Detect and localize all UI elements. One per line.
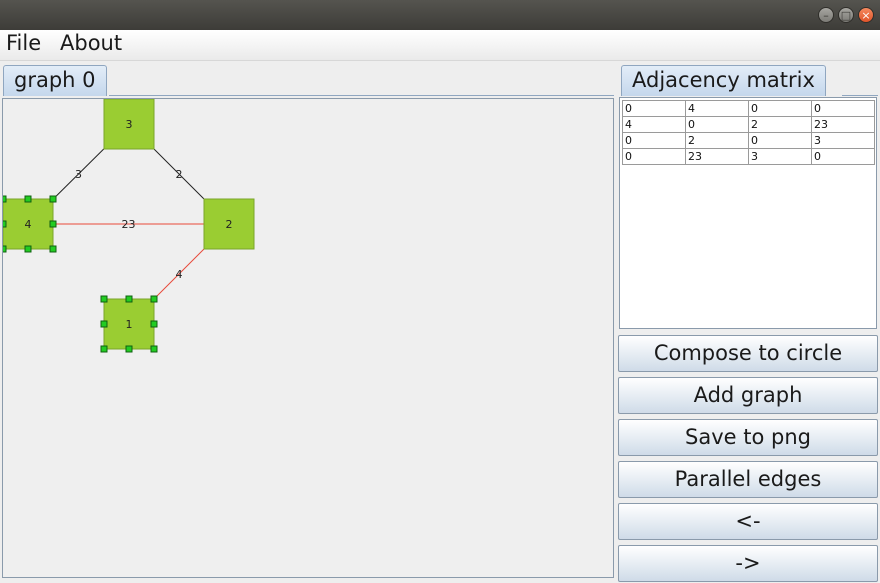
matrix-cell: 0 [685, 116, 749, 133]
vertex-label: 4 [25, 218, 32, 231]
resize-handle[interactable] [49, 245, 57, 253]
graph-canvas[interactable]: 3 2 23 4 3 4 2 1 [2, 98, 614, 578]
parallel-edges-button[interactable]: Parallel edges [618, 461, 878, 498]
minimize-icon[interactable]: – [818, 7, 834, 23]
matrix-cell: 0 [622, 148, 686, 165]
matrix-cell: 23 [685, 148, 749, 165]
matrix-cell: 0 [622, 132, 686, 149]
matrix-row: 4 0 2 23 [622, 116, 875, 133]
menu-bar: File About [0, 30, 880, 61]
add-graph-button[interactable]: Add graph [618, 377, 878, 414]
vertex-label: 3 [126, 118, 133, 131]
previous-graph-button[interactable]: <- [618, 503, 878, 540]
matrix-cell: 0 [748, 100, 812, 117]
adjacency-matrix-table: 0 4 0 0 4 0 2 23 0 2 0 3 0 23 3 0 [622, 100, 875, 165]
vertex-label: 2 [226, 218, 233, 231]
resize-handle[interactable] [150, 320, 158, 328]
vertex-label: 1 [126, 318, 133, 331]
maximize-icon[interactable]: □ [838, 7, 854, 23]
resize-handle[interactable] [100, 295, 108, 303]
close-icon[interactable]: × [858, 7, 874, 23]
matrix-cell: 0 [811, 100, 875, 117]
graph-vertex-2[interactable]: 2 [203, 198, 255, 250]
graph-vertex-4[interactable]: 4 [3, 195, 57, 253]
resize-handle[interactable] [24, 195, 32, 203]
menu-about[interactable]: About [60, 31, 122, 55]
matrix-cell: 2 [685, 132, 749, 149]
edge-weight-label: 4 [176, 268, 183, 281]
matrix-cell: 2 [748, 116, 812, 133]
resize-handle[interactable] [125, 295, 133, 303]
menu-file[interactable]: File [6, 31, 41, 55]
resize-handle[interactable] [125, 345, 133, 353]
matrix-cell: 23 [811, 116, 875, 133]
resize-handle[interactable] [100, 345, 108, 353]
resize-handle[interactable] [150, 295, 158, 303]
matrix-row: 0203 [622, 132, 875, 149]
adjacency-matrix-panel: 0 4 0 0 4 0 2 23 0 2 0 3 0 23 3 0 [619, 97, 877, 329]
resize-handle[interactable] [100, 320, 108, 328]
save-to-png-button[interactable]: Save to png [618, 419, 878, 456]
next-graph-button[interactable]: -> [618, 545, 878, 582]
tab-graph-0[interactable]: graph 0 [3, 65, 107, 96]
resize-handle[interactable] [3, 245, 7, 253]
matrix-cell: 0 [811, 148, 875, 165]
resize-handle[interactable] [49, 195, 57, 203]
matrix-row: 0400 [622, 100, 875, 117]
compose-to-circle-button[interactable]: Compose to circle [618, 335, 878, 372]
matrix-cell: 0 [622, 100, 686, 117]
matrix-row: 0 23 3 0 [622, 148, 875, 165]
tab-separator-right [842, 95, 878, 96]
matrix-cell: 3 [748, 148, 812, 165]
window-titlebar: – □ × [0, 0, 880, 30]
matrix-cell: 4 [622, 116, 686, 133]
tab-separator [109, 95, 614, 96]
tab-adjacency-matrix[interactable]: Adjacency matrix [621, 65, 826, 96]
matrix-cell: 0 [748, 132, 812, 149]
resize-handle[interactable] [150, 345, 158, 353]
graph-vertex-3[interactable]: 3 [103, 99, 155, 150]
resize-handle[interactable] [24, 245, 32, 253]
edge-weight-label: 23 [122, 218, 136, 231]
matrix-cell: 4 [685, 100, 749, 117]
matrix-cell: 3 [811, 132, 875, 149]
resize-handle[interactable] [3, 220, 7, 228]
resize-handle[interactable] [49, 220, 57, 228]
resize-handle[interactable] [3, 195, 7, 203]
edge-weight-label: 2 [176, 168, 183, 181]
edge-weight-label: 3 [75, 168, 82, 181]
graph-drawing[interactable]: 3 2 23 4 3 4 2 1 [3, 99, 613, 577]
graph-vertex-1[interactable]: 1 [100, 295, 158, 353]
